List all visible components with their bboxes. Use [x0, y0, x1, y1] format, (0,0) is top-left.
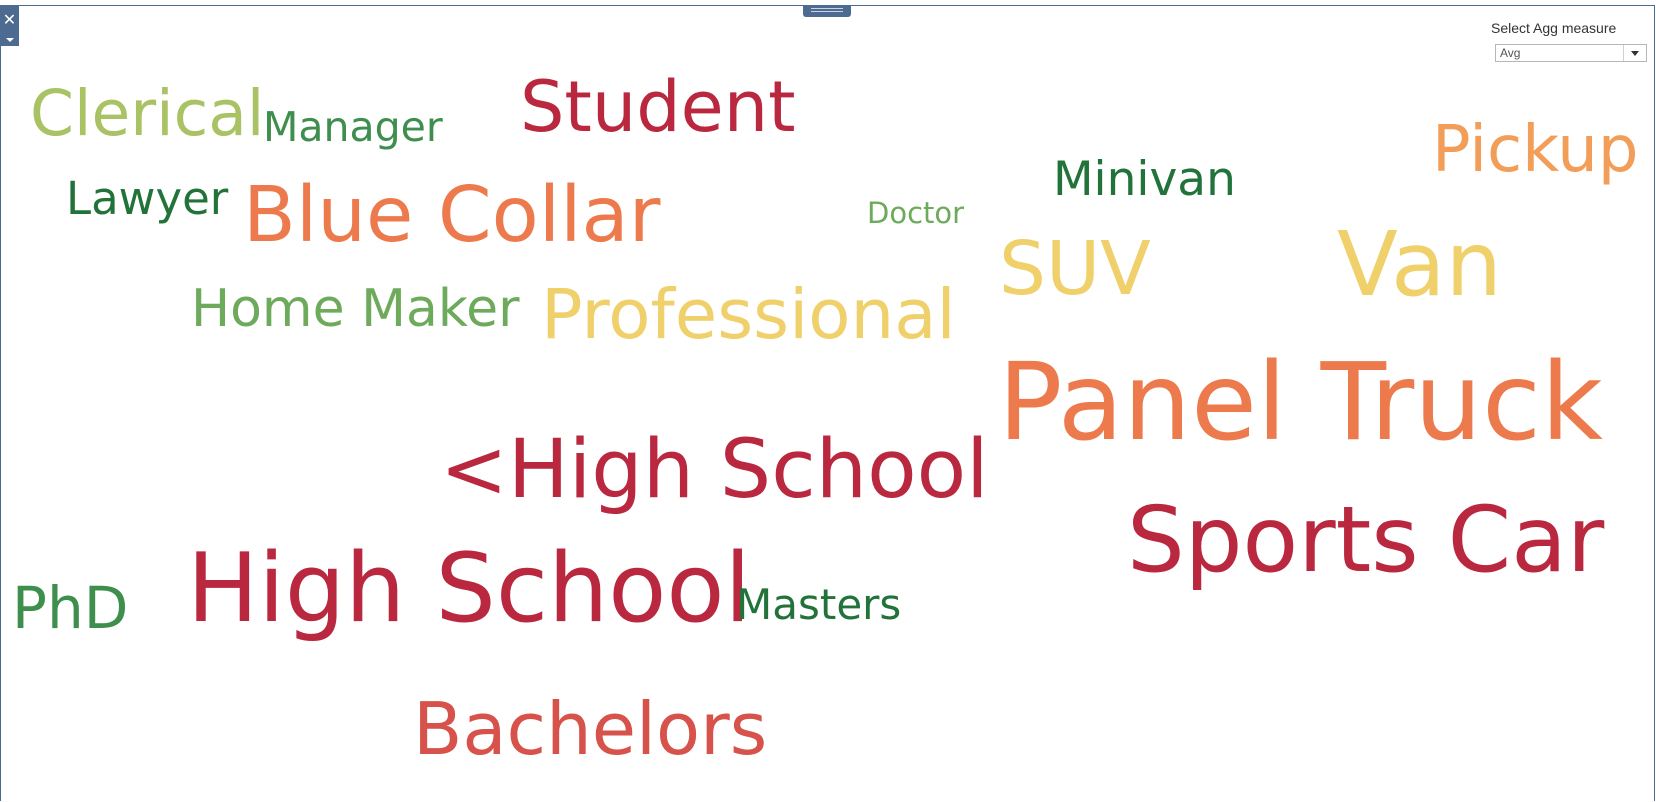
- close-icon[interactable]: ✕: [1, 10, 18, 30]
- word-home-maker[interactable]: Home Maker: [191, 283, 519, 335]
- word-minivan[interactable]: Minivan: [1053, 156, 1236, 203]
- chevron-down-icon[interactable]: [1623, 45, 1646, 61]
- word-lawyer[interactable]: Lawyer: [66, 176, 228, 221]
- word-clerical[interactable]: Clerical: [30, 82, 264, 145]
- agg-measure-dropdown[interactable]: Avg: [1495, 44, 1647, 62]
- word-doctor[interactable]: Doctor: [867, 199, 964, 228]
- word-blue-collar[interactable]: Blue Collar: [243, 177, 660, 254]
- agg-measure-selected: Avg: [1500, 46, 1521, 60]
- word-student[interactable]: Student: [520, 72, 796, 142]
- agg-measure-label: Select Agg measure: [1491, 20, 1617, 36]
- word-manager[interactable]: Manager: [263, 107, 443, 148]
- word-masters[interactable]: Masters: [736, 584, 901, 626]
- word-high-school[interactable]: High School: [187, 542, 751, 637]
- word-suv[interactable]: SUV: [999, 232, 1151, 306]
- word-sports-car[interactable]: Sports Car: [1127, 495, 1604, 586]
- word-less-than-high-school[interactable]: <High School: [440, 430, 989, 511]
- word-pickup[interactable]: Pickup: [1432, 118, 1638, 182]
- word-panel-truck[interactable]: Panel Truck: [998, 350, 1603, 457]
- word-phd[interactable]: PhD: [12, 579, 128, 637]
- word-bachelors[interactable]: Bachelors: [413, 693, 767, 765]
- chevron-down-icon[interactable]: [1, 31, 18, 49]
- resize-handle[interactable]: [803, 5, 851, 17]
- word-van[interactable]: Van: [1337, 220, 1502, 309]
- word-professional[interactable]: Professional: [541, 281, 956, 350]
- floating-controls: ✕: [0, 5, 19, 46]
